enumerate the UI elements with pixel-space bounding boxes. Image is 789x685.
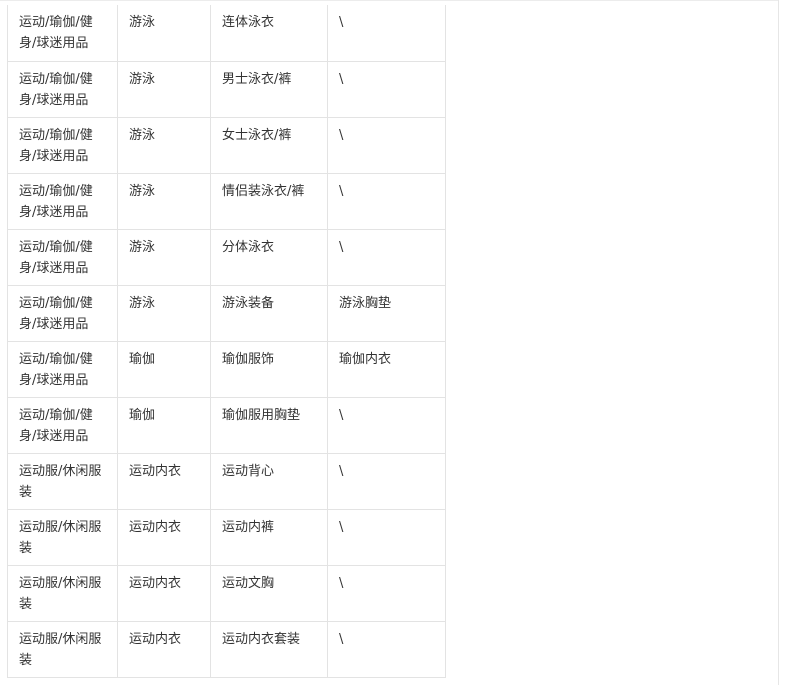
table-cell-category-level-3: 运动内衣套装 [210,621,328,678]
table-cell-category-level-2: 游泳 [117,117,211,174]
table-cell-category-level-1: 运动/瑜伽/健身/球迷用品 [7,173,118,230]
table-cell-category-level-1: 运动服/休闲服装 [7,565,118,622]
table-cell-category-level-2: 游泳 [117,173,211,230]
table-cell-category-level-2: 运动内衣 [117,453,211,510]
table-cell-category-level-3: 瑜伽服用胸垫 [210,397,328,454]
table-cell-category-level-3: 连体泳衣 [210,5,328,62]
table-cell-category-level-3: 瑜伽服饰 [210,341,328,398]
table-cell-category-level-1: 运动服/休闲服装 [7,621,118,678]
table-cell-category-level-4: \ [327,117,446,174]
table-cell-category-level-1: 运动服/休闲服装 [7,509,118,566]
table-cell-category-level-2: 游泳 [117,285,211,342]
table-cell-category-level-4: \ [327,397,446,454]
table-cell-category-level-1: 运动/瑜伽/健身/球迷用品 [7,61,118,118]
table-cell-category-level-2: 运动内衣 [117,509,211,566]
table-cell-category-level-3: 运动文胸 [210,565,328,622]
table-cell-category-level-4: \ [327,5,446,62]
table-cell-category-level-3: 运动内裤 [210,509,328,566]
table-cell-category-level-4: \ [327,621,446,678]
table-row: 运动/瑜伽/健身/球迷用品 瑜伽 瑜伽服饰 瑜伽内衣 [7,341,446,398]
table-cell-category-level-3: 情侣装泳衣/裤 [210,173,328,230]
table-row: 运动/瑜伽/健身/球迷用品 游泳 连体泳衣 \ [7,5,446,62]
table-row: 运动服/休闲服装 运动内衣 运动内衣套装 \ [7,621,446,678]
table-cell-category-level-4: 游泳胸垫 [327,285,446,342]
table-cell-category-level-4: 瑜伽内衣 [327,341,446,398]
table-cell-category-level-3: 运动背心 [210,453,328,510]
table-cell-category-level-3: 男士泳衣/裤 [210,61,328,118]
table-cell-category-level-2: 瑜伽 [117,397,211,454]
table-cell-category-level-1: 运动/瑜伽/健身/球迷用品 [7,5,118,62]
table-cell-category-level-3: 女士泳衣/裤 [210,117,328,174]
top-divider [0,0,779,1]
table-row: 运动/瑜伽/健身/球迷用品 游泳 情侣装泳衣/裤 \ [7,173,446,230]
table-cell-category-level-4: \ [327,61,446,118]
table-cell-category-level-2: 游泳 [117,5,211,62]
table-cell-category-level-2: 瑜伽 [117,341,211,398]
table-row: 运动服/休闲服装 运动内衣 运动文胸 \ [7,565,446,622]
table-cell-category-level-1: 运动服/休闲服装 [7,453,118,510]
table-row: 运动/瑜伽/健身/球迷用品 游泳 女士泳衣/裤 \ [7,117,446,174]
table-row: 运动服/休闲服装 运动内衣 运动背心 \ [7,453,446,510]
table-cell-category-level-1: 运动/瑜伽/健身/球迷用品 [7,397,118,454]
table-cell-category-level-1: 运动/瑜伽/健身/球迷用品 [7,341,118,398]
table-cell-category-level-2: 运动内衣 [117,565,211,622]
table-row: 运动服/休闲服装 运动内衣 运动内裤 \ [7,509,446,566]
table-cell-category-level-3: 分体泳衣 [210,229,328,286]
table-cell-category-level-4: \ [327,453,446,510]
table-cell-category-level-4: \ [327,173,446,230]
table-row: 运动/瑜伽/健身/球迷用品 游泳 男士泳衣/裤 \ [7,61,446,118]
table-cell-category-level-1: 运动/瑜伽/健身/球迷用品 [7,117,118,174]
table-cell-category-level-4: \ [327,229,446,286]
document-page: 运动/瑜伽/健身/球迷用品 游泳 连体泳衣 \ 运动/瑜伽/健身/球迷用品 游泳… [0,0,789,685]
table-row: 运动/瑜伽/健身/球迷用品 游泳 游泳装备 游泳胸垫 [7,285,446,342]
table-cell-category-level-2: 游泳 [117,229,211,286]
table-row: 运动/瑜伽/健身/球迷用品 瑜伽 瑜伽服用胸垫 \ [7,397,446,454]
table-cell-category-level-1: 运动/瑜伽/健身/球迷用品 [7,285,118,342]
table-cell-category-level-2: 运动内衣 [117,621,211,678]
table-cell-category-level-3: 游泳装备 [210,285,328,342]
table-cell-category-level-4: \ [327,509,446,566]
category-table: 运动/瑜伽/健身/球迷用品 游泳 连体泳衣 \ 运动/瑜伽/健身/球迷用品 游泳… [7,5,446,678]
right-divider [778,0,779,685]
table-cell-category-level-4: \ [327,565,446,622]
table-cell-category-level-2: 游泳 [117,61,211,118]
table-cell-category-level-1: 运动/瑜伽/健身/球迷用品 [7,229,118,286]
table-row: 运动/瑜伽/健身/球迷用品 游泳 分体泳衣 \ [7,229,446,286]
